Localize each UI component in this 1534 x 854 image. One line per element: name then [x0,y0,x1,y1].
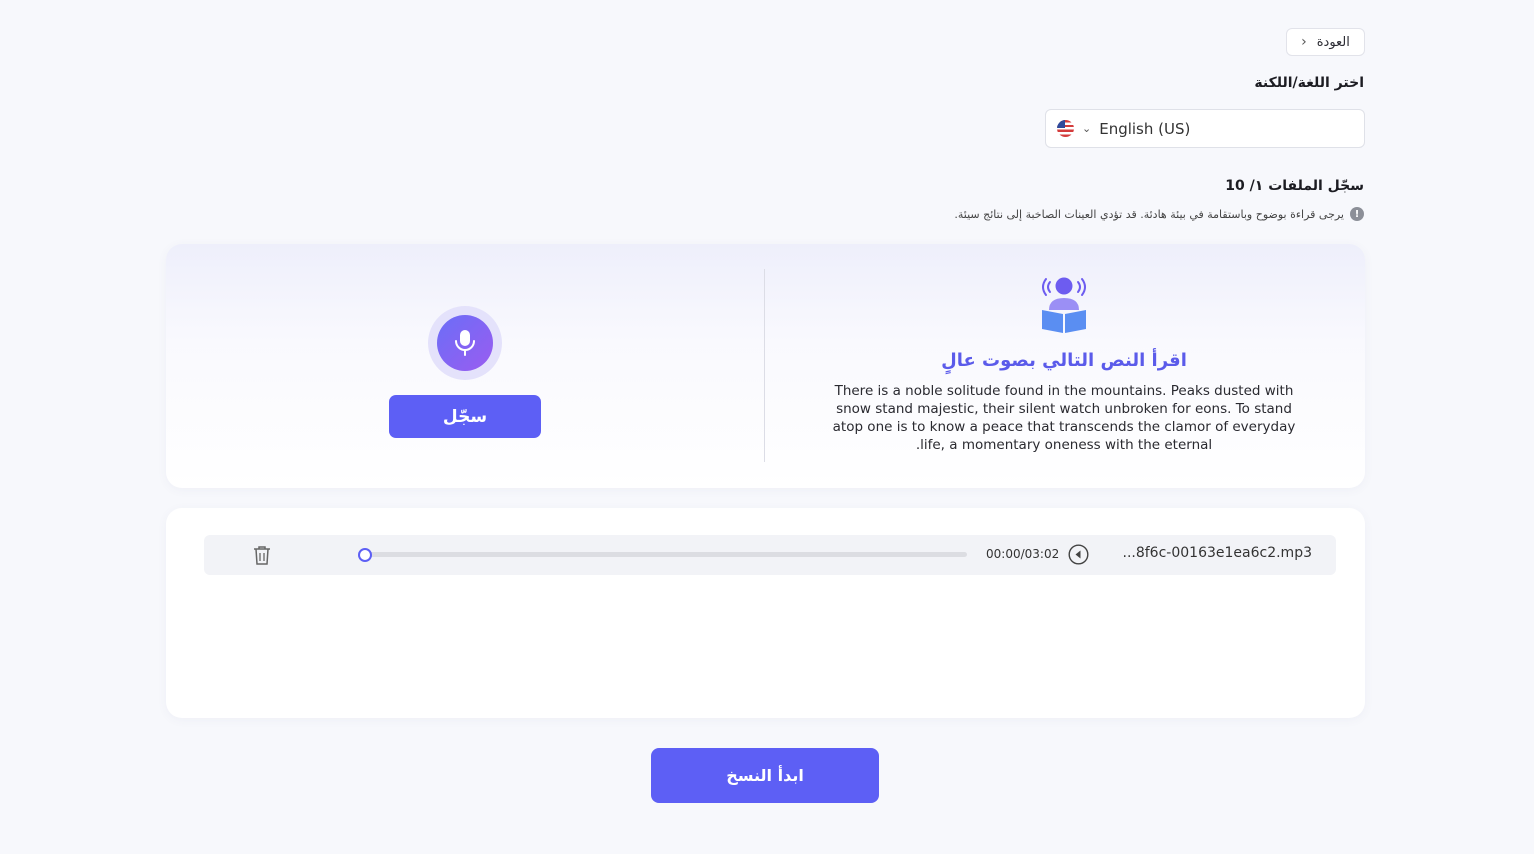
playback-time: 00:00/03:02 [986,547,1060,561]
trash-icon[interactable] [253,545,271,565]
read-aloud-title: اقرأ النص التالي بصوت عالٍ [941,350,1187,371]
info-icon: ! [1350,207,1364,221]
back-label: العودة [1316,34,1350,50]
recording-row: 00:00/03:02 ...8f6c-00163e1ea6c2.mp3 [204,535,1336,575]
panel-divider [764,269,765,462]
recording-hint: ! يرجى قراءة بوضوح وباستقامة في بيئة هاد… [954,207,1364,221]
hint-text: يرجى قراءة بوضوح وباستقامة في بيئة هادئة… [954,207,1344,221]
start-transcription-button[interactable]: ابدأ النسخ [651,748,879,803]
language-select[interactable]: ⌄ English (US) [1045,109,1365,148]
playback-progress-track[interactable] [362,552,967,557]
reading-person-icon [1042,277,1086,333]
files-count-label: سجّل الملفات ١/ 10 [1225,178,1364,194]
microphone-icon [455,330,475,356]
chevron-left-icon: ‹ [1301,34,1307,50]
language-label: اختر اللغة/اللكنة [1254,75,1364,91]
mic-ring [428,306,502,380]
recording-filename: ...8f6c-00163e1ea6c2.mp3 [1122,545,1313,561]
microphone-button[interactable] [437,315,493,371]
playback-progress-handle[interactable] [358,548,372,562]
read-aloud-text: There is a noble solitude found in the m… [832,383,1296,453]
play-icon[interactable] [1068,544,1089,565]
language-selected-value: English (US) [1099,119,1191,138]
chevron-down-icon: ⌄ [1082,122,1092,135]
record-button[interactable]: سجّل [389,395,541,438]
recordings-panel: 00:00/03:02 ...8f6c-00163e1ea6c2.mp3 [166,508,1365,718]
us-flag-icon [1057,120,1074,137]
record-panel: سجّل اقرأ النص التالي بصوت عالٍ There is… [166,244,1365,488]
back-button[interactable]: العودة ‹ [1286,28,1365,56]
